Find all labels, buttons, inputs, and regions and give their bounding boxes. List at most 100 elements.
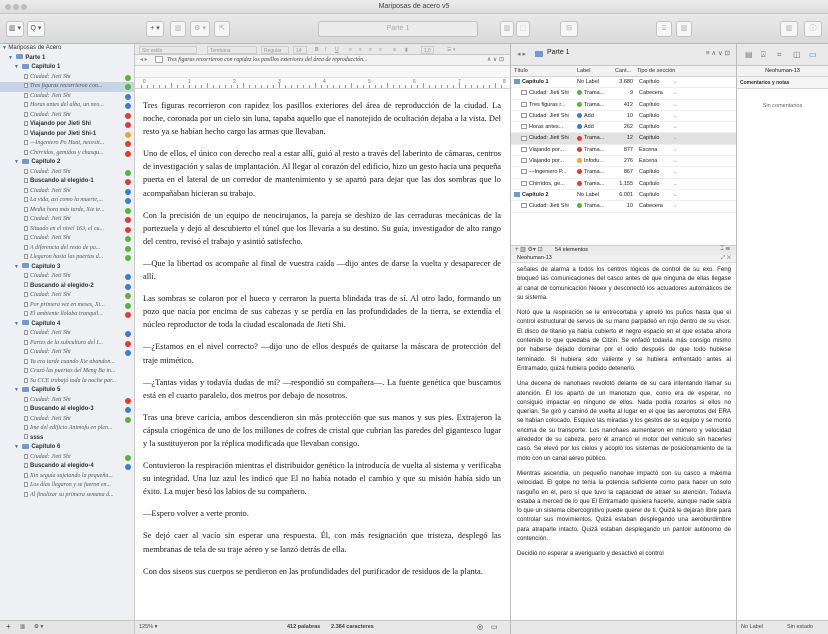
inspector-toggle-button[interactable]: ▥	[780, 21, 798, 37]
outliner-type-cell[interactable]: Capítulo	[639, 179, 699, 190]
outliner-type-cell[interactable]: Capítulo	[639, 77, 699, 88]
outliner-row[interactable]: Capítulo 2 No Label 6.001 Capítulo ⌄	[511, 190, 736, 202]
binder-item[interactable]: Cruzó las puertas del Meng Ba in...	[0, 367, 134, 377]
metadata-tab-icon[interactable]: ⌗	[777, 50, 782, 60]
binder-folder[interactable]: ▼ Capítulo 3	[0, 263, 134, 273]
binder-item[interactable]: Por primera vez en meses, Xi...	[0, 301, 134, 311]
binder-item[interactable]: Ciudad: Jieti Shi	[0, 272, 134, 282]
align-left-icon[interactable]: ≡	[349, 46, 352, 54]
snapshots-tab-icon[interactable]: ◫	[793, 50, 801, 59]
list-format-icon[interactable]: ☰ ▾	[447, 46, 455, 54]
binder-folder[interactable]: ▼ Capítulo 4	[0, 320, 134, 330]
editor-text[interactable]: Tres figuras recorrieron con rapidez los…	[135, 89, 510, 620]
font-family-select[interactable]: Tembana	[207, 45, 257, 54]
outliner-type-cell[interactable]: Capítulo	[639, 167, 699, 178]
binder-folder[interactable]: ▼ Capítulo 5	[0, 386, 134, 396]
binder-item[interactable]: Ciudad: Jieti Shi	[0, 329, 134, 339]
target-icon[interactable]: ◎	[477, 623, 483, 631]
outliner-row[interactable]: Horas antes... Add 262 Capítulo ⌄	[511, 122, 736, 134]
binder-item[interactable]: Buscando al elegido-1	[0, 177, 134, 187]
align-center-icon[interactable]: ≡	[359, 46, 362, 54]
binder-item[interactable]: Ciudad: Jieti Shi	[0, 234, 134, 244]
type-dropdown-icon[interactable]: ⌄	[673, 167, 678, 178]
disclosure-arrow-icon[interactable]: ▼	[14, 264, 20, 270]
split-view-button[interactable]: ⊟	[560, 21, 578, 37]
type-dropdown-icon[interactable]: ⌄	[673, 77, 678, 88]
font-weight-select[interactable]: Regular	[261, 45, 289, 54]
type-dropdown-icon[interactable]: ⌄	[673, 156, 678, 167]
type-dropdown-icon[interactable]: ⌄	[673, 88, 678, 99]
type-dropdown-icon[interactable]: ⌄	[673, 111, 678, 122]
outliner-sort-icon[interactable]: ⌶ ☰	[720, 246, 730, 253]
binder-item[interactable]: Ya era tarde cuando Xie abandon...	[0, 358, 134, 368]
align-right-icon[interactable]: ≡	[369, 46, 372, 54]
binder-item[interactable]: Ime del edificio Animofu en plen...	[0, 424, 134, 434]
binder-item[interactable]: Ciudad: Jieti Shi	[0, 215, 134, 225]
binder-item[interactable]: Horas antes del alba, un neo...	[0, 101, 134, 111]
compose-button[interactable]: ⇱	[214, 21, 230, 37]
add-item-button[interactable]: +	[6, 622, 11, 631]
binder-item[interactable]: El ambiente llolaba tranquil...	[0, 310, 134, 320]
folder-button[interactable]: ▥	[170, 21, 186, 37]
outliner-row[interactable]: Ciudad: Jieti Shi Trama... 9 Cabecera ⌄	[511, 88, 736, 100]
binder-settings-button[interactable]: ⚙ ▾	[34, 624, 43, 630]
outliner-type-cell[interactable]: Escena	[639, 145, 699, 156]
binder-folder[interactable]: ▼ Parte 1	[0, 54, 134, 64]
notes-icon[interactable]: ▭	[491, 623, 498, 631]
binder-item[interactable]: Viajando por Jieti Shi-1	[0, 130, 134, 140]
quickref-text[interactable]: señales de alarma a todos los centros ló…	[510, 263, 736, 620]
outliner-type-cell[interactable]: Capítulo	[639, 122, 699, 133]
add-document-button[interactable]: + ▾	[146, 21, 164, 37]
binder-item[interactable]: Ciudad: Jieti Shi	[0, 187, 134, 197]
type-dropdown-icon[interactable]: ⌄	[673, 133, 678, 144]
outliner-controls-icon[interactable]: ≡ ∧ ∨ ⊡	[706, 49, 730, 57]
nav-back-icon[interactable]: ◂ ▸	[140, 56, 148, 63]
binder-item[interactable]: Situado en el nivel 163, el cu...	[0, 225, 134, 235]
binder-item[interactable]: Chirridos, gemidos y chasqu...	[0, 149, 134, 159]
notes-tab-icon[interactable]: ▤	[745, 50, 753, 59]
outliner-type-cell[interactable]: Capítulo	[639, 111, 699, 122]
column-label[interactable]: Label	[577, 68, 590, 74]
binder-item[interactable]: Al finalizar su primera semana d...	[0, 491, 134, 501]
binder-item[interactable]: Buscando al elegido-2	[0, 282, 134, 292]
type-dropdown-icon[interactable]: ⌄	[673, 122, 678, 133]
outliner-row[interactable]: Ciudad: Jieti Shi Trama... 10 Cabecera ⌄	[511, 201, 736, 213]
binder-item[interactable]: ssss	[0, 434, 134, 444]
binder-item[interactable]: Ciudad: Jieti Shi	[0, 396, 134, 406]
quick-search-button[interactable]: Q ▾	[27, 21, 45, 37]
binder-item[interactable]: Ciudad: Jieti Shi	[0, 291, 134, 301]
zoom-select[interactable]: 125% ▾	[139, 624, 157, 630]
disclosure-arrow-icon[interactable]: ▼	[14, 321, 20, 327]
bold-button[interactable]: B	[315, 46, 319, 54]
column-title[interactable]: Título	[514, 68, 528, 74]
binder-item[interactable]: —Ingeniero Po Huai, necesit...	[0, 139, 134, 149]
layout-single-button[interactable]: ▥	[500, 21, 514, 37]
outliner-type-cell[interactable]: Cabecera	[639, 88, 699, 99]
outliner-row[interactable]: Capítulo 1 No Label 3.680 Capítulo ⌄	[511, 77, 736, 89]
binder-item[interactable]: Su CCE trabajó toda la noche par...	[0, 377, 134, 387]
info-button[interactable]: ⓘ	[804, 21, 822, 37]
status-select[interactable]: Sin estado	[787, 624, 813, 630]
disclosure-arrow-icon[interactable]: ▼	[8, 55, 14, 61]
layout-split-button[interactable]: ⬚	[516, 21, 530, 37]
binder-item[interactable]: Ciudad: Jieti Shi	[0, 92, 134, 102]
binder-item[interactable]: Tres figuras recorrieron con...	[0, 82, 134, 92]
binder-item[interactable]: Xin seguía sujetando la pequeña...	[0, 472, 134, 482]
style-select[interactable]: Sin estilo	[139, 45, 197, 54]
binder-item[interactable]: Media hora más tarde, Xie te...	[0, 206, 134, 216]
binder-item[interactable]: A diferencia del resto de pa...	[0, 244, 134, 254]
outliner-type-cell[interactable]: Capítulo	[639, 133, 699, 144]
binder-item[interactable]: Partes de la subcultura del I...	[0, 339, 134, 349]
column-section-type[interactable]: Tipo de sección	[637, 68, 675, 74]
binder-item[interactable]: Ciudad: Jieti Shi	[0, 111, 134, 121]
line-spacing-select[interactable]: 1,0	[421, 45, 434, 54]
document-search-field[interactable]: Parte 1	[318, 21, 478, 37]
align-justify-icon[interactable]: ≡	[379, 46, 382, 54]
add-folder-button[interactable]: ▥	[20, 624, 25, 630]
highlight-icon[interactable]: ▮	[405, 46, 408, 54]
binder-item[interactable]: Ciudad: Jieti Shi	[0, 168, 134, 178]
outliner-type-cell[interactable]: Cabecera	[639, 201, 699, 212]
binder-item[interactable]: Ciudad: Jieti Shi	[0, 73, 134, 83]
edit-actions-button[interactable]: ⚙ ▾	[190, 21, 210, 37]
binder-folder[interactable]: ▼ Capítulo 1	[0, 63, 134, 73]
